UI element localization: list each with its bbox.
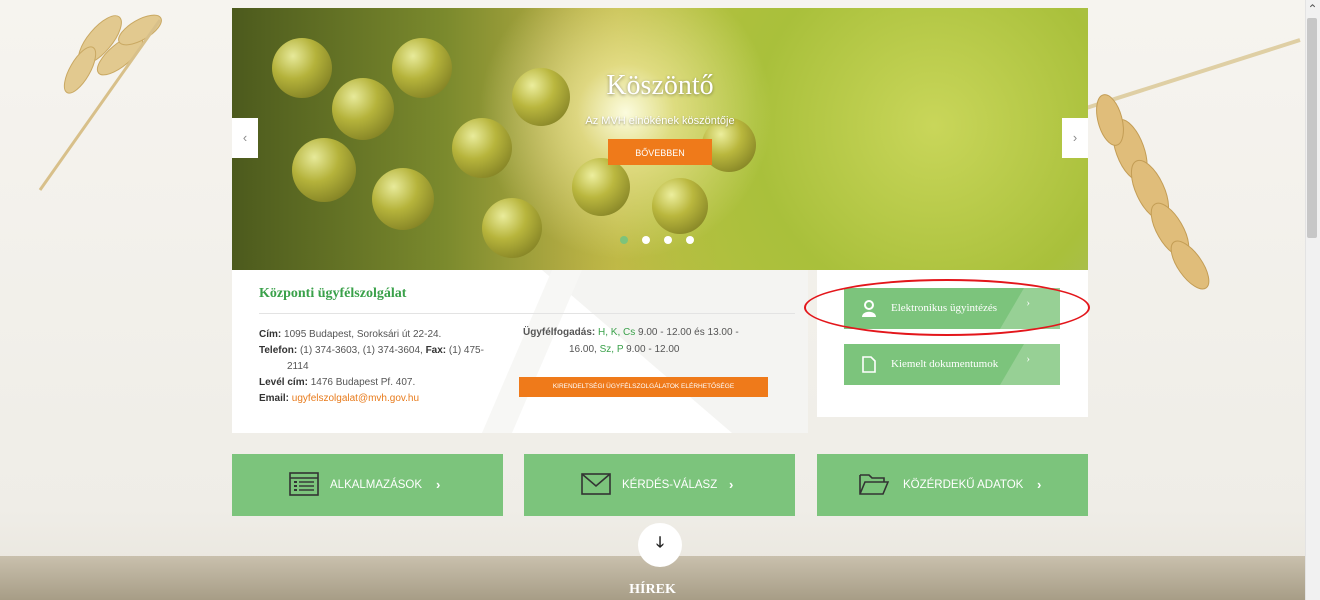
slide-title: Köszöntő — [606, 70, 714, 101]
grape-decoration — [482, 198, 542, 258]
address-value: 1095 Budapest, Soroksári út 22-24. — [284, 329, 442, 340]
questions-answers-label: KÉRDÉS-VÁLASZ — [622, 479, 718, 491]
customer-service-panel: Központi ügyfélszolgálat Cím: 1095 Budap… — [232, 270, 808, 433]
questions-answers-tile[interactable]: KÉRDÉS-VÁLASZ › — [524, 454, 795, 516]
slider-dots — [620, 236, 694, 244]
divider — [259, 313, 795, 314]
annotation-highlight-ellipse — [804, 279, 1090, 336]
chevron-right-icon: › — [1026, 353, 1030, 365]
hours-time-2: 9.00 - 12.00 — [626, 344, 680, 355]
slider-dot-2[interactable] — [642, 236, 650, 244]
read-more-button[interactable]: BŐVEBBEN — [608, 139, 712, 165]
slider-dot-4[interactable] — [686, 236, 694, 244]
chevron-right-icon: › — [729, 477, 734, 492]
slider-dot-3[interactable] — [664, 236, 672, 244]
list-icon — [289, 472, 319, 496]
folder-icon — [859, 474, 889, 495]
chevron-left-icon[interactable]: ‹ — [232, 118, 258, 158]
contact-details: Cím: 1095 Budapest, Soroksári út 22-24. … — [259, 327, 519, 407]
grape-decoration — [292, 138, 356, 202]
applications-tile[interactable]: ALKALMAZÁSOK › — [232, 454, 503, 516]
scroll-up-icon[interactable]: ⌃ — [1306, 2, 1319, 16]
public-data-tile[interactable]: KÖZÉRDEKŰ ADATOK › — [817, 454, 1088, 516]
grape-decoration — [652, 178, 708, 234]
hours-days-1: H, K, Cs — [598, 327, 636, 338]
grape-decoration — [372, 168, 434, 230]
postal-label: Levél cím: — [259, 377, 308, 388]
postal-value: 1476 Budapest Pf. 407. — [310, 377, 416, 388]
grape-decoration — [572, 158, 630, 216]
wheat-decoration-left — [38, 14, 162, 191]
envelope-icon — [581, 473, 611, 495]
slide-subtitle: Az MVH elnökének köszöntője — [585, 115, 735, 127]
address-label: Cím: — [259, 329, 282, 340]
opening-hours: Ügyfélfogadás: H, K, Cs 9.00 - 12.00 és … — [523, 324, 778, 358]
news-title: HÍREK — [629, 582, 676, 597]
featured-documents-label: Kiemelt dokumentumok — [891, 358, 999, 370]
applications-label: ALKALMAZÁSOK — [330, 479, 423, 491]
phone-value: (1) 374-3603, (1) 374-3604, — [299, 345, 423, 356]
wheat-decoration-right — [1080, 38, 1301, 290]
email-link[interactable]: ugyfelszolgalat@mvh.gov.hu — [292, 393, 419, 404]
button-tab — [1000, 344, 1060, 385]
hours-time-1: 9.00 - 12.00 és 13.00 - — [638, 327, 739, 338]
chevron-right-icon[interactable]: › — [1062, 118, 1088, 158]
hero-slider: Köszöntő Az MVH elnökének köszöntője BŐV… — [232, 8, 1088, 270]
public-data-label: KÖZÉRDEKŰ ADATOK — [903, 479, 1024, 491]
regional-offices-button[interactable]: KIRENDELTSÉGI ÜGYFÉLSZOLGÁLATOK ELÉRHETŐ… — [519, 377, 768, 397]
arrow-down-icon: 🡓 — [656, 534, 664, 551]
hours-time-1-end: 16.00, — [569, 344, 597, 355]
featured-documents-button[interactable]: Kiemelt dokumentumok › — [844, 344, 1060, 385]
customer-service-heading: Központi ügyfélszolgálat — [259, 286, 407, 301]
fax-label: Fax: — [425, 345, 447, 356]
scrollbar-thumb[interactable] — [1307, 18, 1317, 238]
document-icon — [862, 356, 876, 373]
fax-value-end: 2114 — [287, 361, 309, 372]
chevron-right-icon: › — [1037, 477, 1042, 492]
grape-decoration — [452, 118, 512, 178]
email-label: Email: — [259, 393, 290, 404]
phone-label: Telefon: — [259, 345, 298, 356]
chevron-right-icon: › — [436, 477, 441, 492]
fax-value: (1) 475- — [448, 345, 484, 356]
slider-dot-1[interactable] — [620, 236, 628, 244]
hours-label: Ügyfélfogadás: — [523, 327, 596, 338]
hours-days-2: Sz, P — [599, 344, 624, 355]
